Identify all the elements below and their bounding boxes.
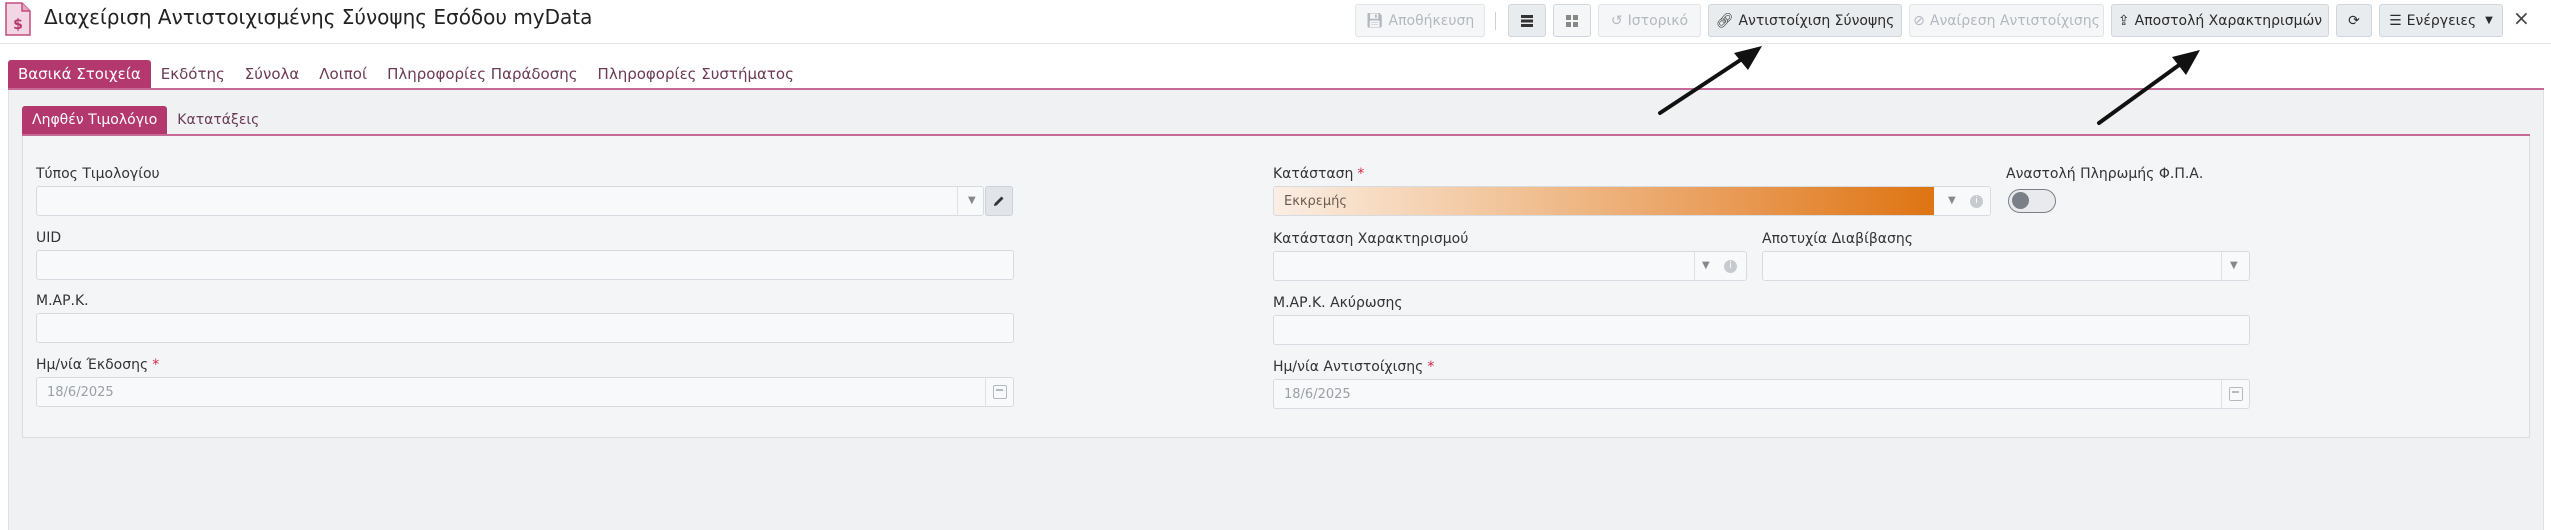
chevron-down-icon[interactable]: ▼ [968,195,976,206]
chevron-down-icon[interactable]: ▼ [1948,195,1956,206]
save-button[interactable]: 💾︎ Αποθήκευση [1355,4,1485,37]
app-header: $ Διαχείριση Αντιστοιχισμένης Σύνοψης Εσ… [0,0,2551,44]
history-icon: ↺ [1610,12,1623,29]
arrow-annotation-icon [2097,50,2200,125]
chevron-down-icon[interactable]: ▼ [2230,260,2238,271]
unmatch-button[interactable]: ⊘ Αναίρεση Αντιστοίχισης [1909,4,2104,37]
issue-date-input[interactable]: 18/6/2025 [36,377,1014,407]
form-view-icon [1521,14,1533,27]
refresh-button[interactable]: ⟳ [2336,4,2372,37]
required-marker: * [1357,166,1365,182]
status-color-bar [1274,187,1934,215]
info-icon[interactable]: i [1724,260,1737,273]
transmission-failure-select[interactable]: ▼ [1762,251,2250,281]
history-button[interactable]: ↺ Ιστορικό [1598,4,1701,37]
vat-suspension-toggle[interactable] [2008,189,2056,213]
send-classifications-button[interactable]: ⇪ Αποστολή Χαρακτηρισμών [2111,4,2329,37]
arrow-annotation-icon [1658,46,1762,115]
cancel-mark-input[interactable] [1273,315,2250,345]
main-tabs: Βασικά Στοιχεία Εκδότης Σύνολα Λοιποί Πλ… [8,60,804,88]
save-button-label: Αποθήκευση [1388,12,1475,29]
status-value: Εκκρεμής [1284,194,1347,209]
send-classifications-button-label: Αποστολή Χαρακτηρισμών [2134,12,2323,29]
match-date-input[interactable]: 18/6/2025 [1273,379,2250,409]
uid-label: UID [36,230,62,246]
info-icon[interactable]: i [1970,195,1983,208]
document-dollar-icon: $ [5,2,31,36]
save-icon: 💾︎ [1365,12,1384,29]
upload-icon: ⇪ [2117,12,2130,29]
calendar-icon[interactable] [2229,387,2243,401]
field-divider [985,378,986,406]
status-label-text: Κατάσταση [1273,166,1354,182]
unmatch-button-label: Αναίρεση Αντιστοίχισης [1929,12,2100,29]
tab-received-invoice[interactable]: Ληφθέν Τιμολόγιο [22,106,168,134]
caret-down-icon: ▼ [2485,14,2493,26]
actions-dropdown-button[interactable]: ☰ Ενέργειες ▼ [2379,4,2503,37]
page-title: Διαχείριση Αντιστοιχισμένης Σύνοψης Εσόδ… [44,5,593,29]
field-divider [1694,252,1695,280]
svg-text:$: $ [13,17,23,33]
tab-delivery-info[interactable]: Πληροφορίες Παράδοσης [377,60,587,88]
classification-status-select[interactable]: ▼ i [1273,251,1747,281]
tab-basic-info[interactable]: Βασικά Στοιχεία [8,60,151,88]
issue-date-value: 18/6/2025 [47,385,114,400]
status-label: Κατάσταση * [1273,166,1364,182]
classification-status-label: Κατάσταση Χαρακτηρισμού [1273,231,1469,247]
unlink-icon: ⊘ [1913,12,1925,29]
issue-date-label: Ημ/νία Έκδοσης * [36,357,159,373]
match-date-label: Ημ/νία Αντιστοίχισης * [1273,359,1434,375]
field-divider [2221,252,2222,280]
toolbar-divider [1495,12,1496,30]
invoice-type-label: Τύπος Τιμολογίου [36,166,160,182]
mark-input[interactable] [36,313,1014,343]
actions-dropdown-label: Ενέργειες [2406,12,2477,29]
field-divider [957,187,958,215]
close-icon[interactable]: × [2513,6,2530,30]
uid-input[interactable] [36,250,1014,280]
toggle-knob [2012,192,2029,209]
refresh-icon: ⟳ [2348,12,2360,29]
edit-invoice-type-button[interactable] [985,186,1013,216]
sub-tabs: Ληφθέν Τιμολόγιο Κατατάξεις [22,106,269,134]
match-summary-button[interactable]: 🔗︎ Αντιστοίχιση Σύνοψης [1708,4,1902,37]
menu-icon: ☰ [2389,12,2402,29]
match-summary-button-label: Αντιστοίχιση Σύνοψης [1738,12,1895,29]
grid-view-icon [1566,14,1578,27]
chevron-down-icon[interactable]: ▼ [1702,260,1710,271]
vat-suspension-label: Αναστολή Πληρωμής Φ.Π.Α. [2006,166,2204,182]
mark-label: Μ.ΑΡ.Κ. [36,293,89,309]
required-marker: * [1427,359,1435,375]
calendar-icon[interactable] [993,385,1007,399]
link-icon: 🔗︎ [1715,12,1734,29]
tab-issuer[interactable]: Εκδότης [151,60,235,88]
history-button-label: Ιστορικό [1627,12,1689,29]
required-marker: * [152,357,160,373]
transmission-failure-label: Αποτυχία Διαβίβασης [1762,231,1913,247]
field-divider [2221,380,2222,408]
tab-system-info[interactable]: Πληροφορίες Συστήματος [588,60,804,88]
match-date-value: 18/6/2025 [1284,387,1351,402]
tab-other[interactable]: Λοιποί [309,60,377,88]
pencil-icon [994,196,1004,206]
status-select[interactable]: Εκκρεμής ▼ i [1273,186,1991,216]
tab-classifications[interactable]: Κατατάξεις [167,106,269,134]
issue-date-label-text: Ημ/νία Έκδοσης [36,357,149,373]
form-view-button[interactable] [1508,4,1546,37]
tab-totals[interactable]: Σύνολα [235,60,309,88]
match-date-label-text: Ημ/νία Αντιστοίχισης [1273,359,1424,375]
grid-view-button[interactable] [1553,4,1591,37]
cancel-mark-label: Μ.ΑΡ.Κ. Ακύρωσης [1273,295,1403,311]
invoice-type-select[interactable]: ▼ [36,186,984,216]
